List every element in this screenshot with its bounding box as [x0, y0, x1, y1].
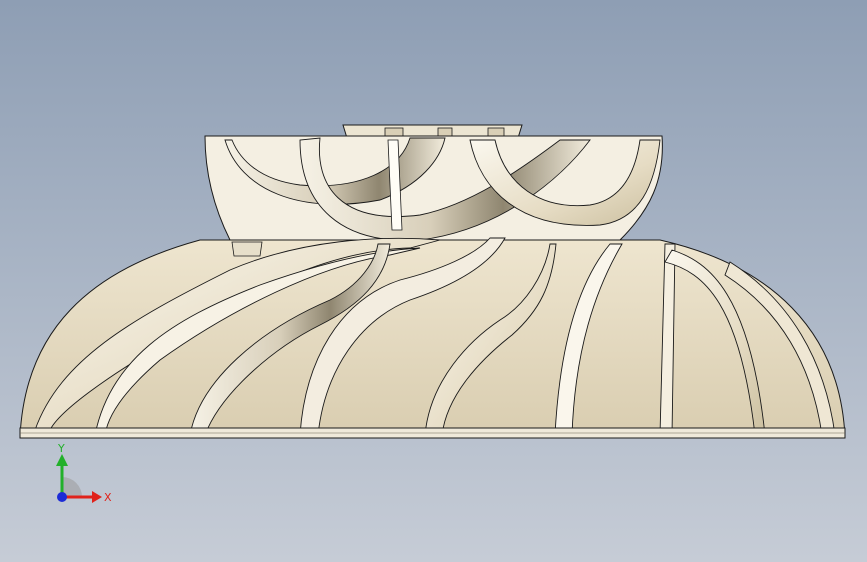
base-ring[interactable]: [19, 427, 846, 439]
impeller-model[interactable]: [0, 0, 867, 562]
axis-triad: Y X: [56, 442, 112, 504]
y-axis-label: Y: [57, 442, 65, 455]
graphics-viewport[interactable]: Y X: [0, 0, 867, 562]
y-axis-arrow-head: [56, 454, 68, 466]
x-axis-arrow-head: [92, 491, 102, 503]
z-axis-dot: [57, 492, 67, 502]
x-axis-label: X: [104, 491, 112, 504]
